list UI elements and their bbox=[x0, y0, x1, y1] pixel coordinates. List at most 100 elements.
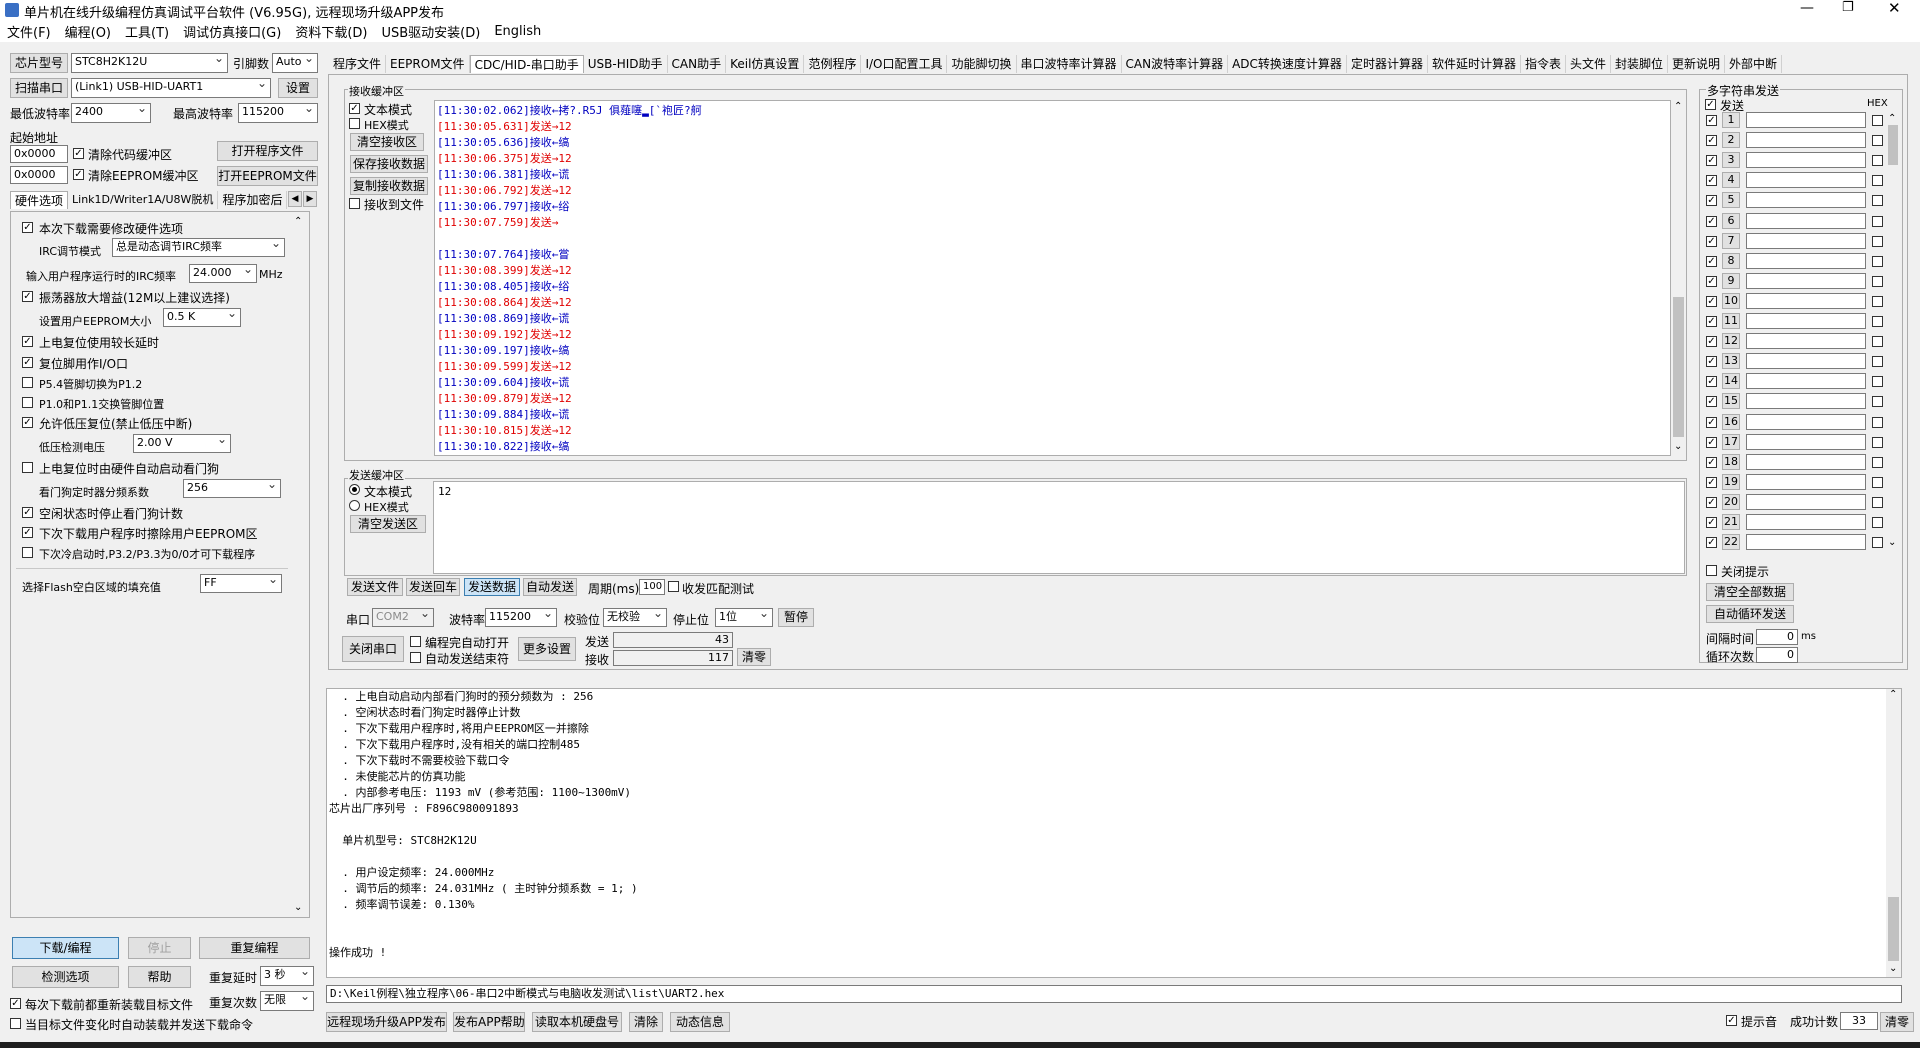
multi-row-input[interactable] bbox=[1746, 152, 1866, 169]
multi-row-input[interactable] bbox=[1746, 252, 1866, 269]
multi-row-input[interactable] bbox=[1746, 172, 1866, 189]
main-tab-10[interactable]: CAN波特率计算器 bbox=[1122, 55, 1229, 73]
multi-row-input[interactable] bbox=[1746, 353, 1866, 370]
settings-button[interactable]: 设置 bbox=[278, 78, 318, 98]
multi-row-checkbox[interactable] bbox=[1706, 416, 1717, 428]
multi-row-send-button[interactable]: 16 bbox=[1722, 413, 1740, 430]
read-disk-button[interactable]: 读取本机硬盘号 bbox=[532, 1012, 622, 1032]
log-scrollbar[interactable]: ⌃ ⌄ bbox=[1886, 689, 1901, 977]
recv-text-mode-checkbox[interactable] bbox=[349, 103, 360, 114]
multi-row-checkbox[interactable] bbox=[1706, 195, 1717, 207]
copy-recv-button[interactable]: 复制接收数据 bbox=[350, 177, 428, 195]
multi-row-hex-checkbox[interactable] bbox=[1872, 255, 1883, 267]
main-tab-8[interactable]: 功能脚切换 bbox=[947, 55, 1017, 73]
close-icon[interactable]: ✕ bbox=[1888, 0, 1901, 17]
multi-scrollbar[interactable]: ⌃ ⌄ bbox=[1886, 113, 1900, 551]
multi-row-input[interactable] bbox=[1746, 493, 1866, 510]
long-delay-checkbox[interactable] bbox=[22, 336, 33, 347]
dynamic-info-button[interactable]: 动态信息 bbox=[670, 1012, 730, 1032]
parity-select[interactable]: 无校验 bbox=[603, 608, 667, 627]
recv-buffer[interactable]: [11:30:02.062]接收←拷?.R5J 俱薤噻▂[`袍匠?舸 [11:30… bbox=[434, 100, 1671, 456]
multi-row-checkbox[interactable] bbox=[1706, 517, 1717, 528]
multi-row-send-button[interactable]: 5 bbox=[1722, 192, 1740, 209]
multi-row-input[interactable] bbox=[1746, 373, 1866, 390]
multi-row-hex-checkbox[interactable] bbox=[1872, 115, 1883, 126]
clear-count-button[interactable]: 清零 bbox=[737, 648, 771, 666]
main-tab-4[interactable]: CAN助手 bbox=[668, 55, 727, 73]
clear-eeprom-checkbox[interactable] bbox=[73, 169, 84, 180]
send-hex-mode-radio[interactable] bbox=[349, 500, 360, 511]
open-program-button[interactable]: 打开程序文件 bbox=[217, 141, 318, 161]
multi-row-input[interactable] bbox=[1746, 393, 1866, 410]
scan-port-button[interactable]: 扫描串口 bbox=[10, 78, 68, 98]
main-tab-12[interactable]: 定时器计算器 bbox=[1347, 55, 1428, 73]
cold-boot-checkbox[interactable] bbox=[22, 547, 33, 558]
log-scroll-up-icon[interactable]: ⌃ bbox=[1889, 689, 1897, 700]
multi-row-hex-checkbox[interactable] bbox=[1872, 396, 1883, 408]
multi-row-input[interactable] bbox=[1746, 192, 1866, 209]
multi-row-hex-checkbox[interactable] bbox=[1872, 537, 1883, 549]
multi-row-input[interactable] bbox=[1746, 453, 1866, 470]
auto-open-checkbox[interactable] bbox=[410, 636, 421, 647]
port-select[interactable]: (Link1) USB-HID-UART1 bbox=[71, 78, 271, 98]
p10-checkbox[interactable] bbox=[22, 397, 33, 408]
main-tab-2[interactable]: CDC/HID-串口助手 bbox=[469, 55, 584, 73]
scroll-up-icon[interactable]: ⌃ bbox=[294, 216, 302, 227]
recv-scrollbar[interactable]: ⌃ ⌄ bbox=[1671, 101, 1686, 455]
main-tab-17[interactable]: 更新说明 bbox=[1668, 55, 1726, 73]
auto-send-button[interactable]: 自动发送 bbox=[523, 578, 577, 596]
multi-row-input[interactable] bbox=[1746, 313, 1866, 329]
clear-log-button[interactable]: 清除 bbox=[629, 1012, 663, 1032]
multi-row-hex-checkbox[interactable] bbox=[1872, 356, 1883, 368]
multi-row-input[interactable] bbox=[1746, 433, 1866, 450]
multi-row-input[interactable] bbox=[1746, 473, 1866, 490]
chip-type-button[interactable]: 芯片型号 bbox=[10, 53, 68, 73]
main-tab-14[interactable]: 指令表 bbox=[1521, 55, 1566, 73]
auto-send-on-change-checkbox[interactable] bbox=[10, 1018, 21, 1029]
irc-mode-select[interactable]: 总是动态调节IRC频率 bbox=[112, 238, 285, 257]
multi-row-input[interactable] bbox=[1746, 212, 1866, 229]
main-tab-1[interactable]: EEPROM文件 bbox=[386, 55, 470, 73]
multi-row-checkbox[interactable] bbox=[1706, 175, 1717, 187]
multi-row-hex-checkbox[interactable] bbox=[1872, 336, 1883, 348]
recv-scroll-up-icon[interactable]: ⌃ bbox=[1674, 101, 1682, 112]
multi-row-checkbox[interactable] bbox=[1706, 316, 1717, 327]
open-eeprom-button[interactable]: 打开EEPROM文件 bbox=[217, 166, 318, 186]
menu-item-2[interactable]: 工具(T) bbox=[118, 22, 176, 41]
reset-io-checkbox[interactable] bbox=[22, 357, 33, 368]
multi-row-checkbox[interactable] bbox=[1706, 396, 1717, 408]
multi-row-hex-checkbox[interactable] bbox=[1872, 476, 1883, 488]
main-tab-7[interactable]: I/O口配置工具 bbox=[861, 55, 948, 73]
multi-scroll-up-icon[interactable]: ⌃ bbox=[1888, 113, 1896, 124]
clear-recv-button[interactable]: 清空接收区 bbox=[350, 133, 424, 151]
multi-row-send-button[interactable]: 20 bbox=[1722, 493, 1740, 510]
multi-row-hex-checkbox[interactable] bbox=[1872, 436, 1883, 448]
multi-row-send-button[interactable]: 10 bbox=[1722, 292, 1740, 309]
clear-send-button[interactable]: 清空发送区 bbox=[350, 515, 426, 533]
tab-hardware-options[interactable]: 硬件选项 bbox=[10, 191, 69, 209]
log-scroll-down-icon[interactable]: ⌄ bbox=[1889, 963, 1897, 974]
stop-bits-select[interactable]: 1位 bbox=[715, 608, 773, 627]
pause-button[interactable]: 暂停 bbox=[778, 608, 814, 627]
multi-row-send-button[interactable]: 3 bbox=[1722, 152, 1740, 169]
multi-row-send-button[interactable]: 9 bbox=[1722, 272, 1740, 289]
main-tab-13[interactable]: 软件延时计算器 bbox=[1428, 55, 1521, 73]
multi-row-send-button[interactable]: 8 bbox=[1722, 252, 1740, 269]
multi-row-hex-checkbox[interactable] bbox=[1872, 416, 1883, 428]
multi-row-send-button[interactable]: 21 bbox=[1722, 514, 1740, 530]
multi-row-send-button[interactable]: 17 bbox=[1722, 433, 1740, 450]
multi-row-hex-checkbox[interactable] bbox=[1872, 275, 1883, 287]
multi-row-checkbox[interactable] bbox=[1706, 356, 1717, 368]
multi-row-checkbox[interactable] bbox=[1706, 336, 1717, 348]
multi-row-hex-checkbox[interactable] bbox=[1872, 195, 1883, 207]
reset-success-button[interactable]: 清零 bbox=[1880, 1012, 1914, 1032]
clear-all-button[interactable]: 清空全部数据 bbox=[1706, 583, 1794, 601]
multi-row-send-button[interactable]: 4 bbox=[1722, 172, 1740, 189]
lvd-select[interactable]: 2.00 V bbox=[133, 434, 231, 453]
address-field-2[interactable]: 0x0000 bbox=[10, 166, 68, 184]
main-tab-3[interactable]: USB-HID助手 bbox=[584, 55, 668, 73]
multi-row-send-button[interactable]: 13 bbox=[1722, 353, 1740, 370]
pin-count-select[interactable]: Auto bbox=[272, 53, 318, 73]
erase-eeprom-checkbox[interactable] bbox=[22, 527, 33, 538]
idle-wdt-checkbox[interactable] bbox=[22, 507, 33, 518]
